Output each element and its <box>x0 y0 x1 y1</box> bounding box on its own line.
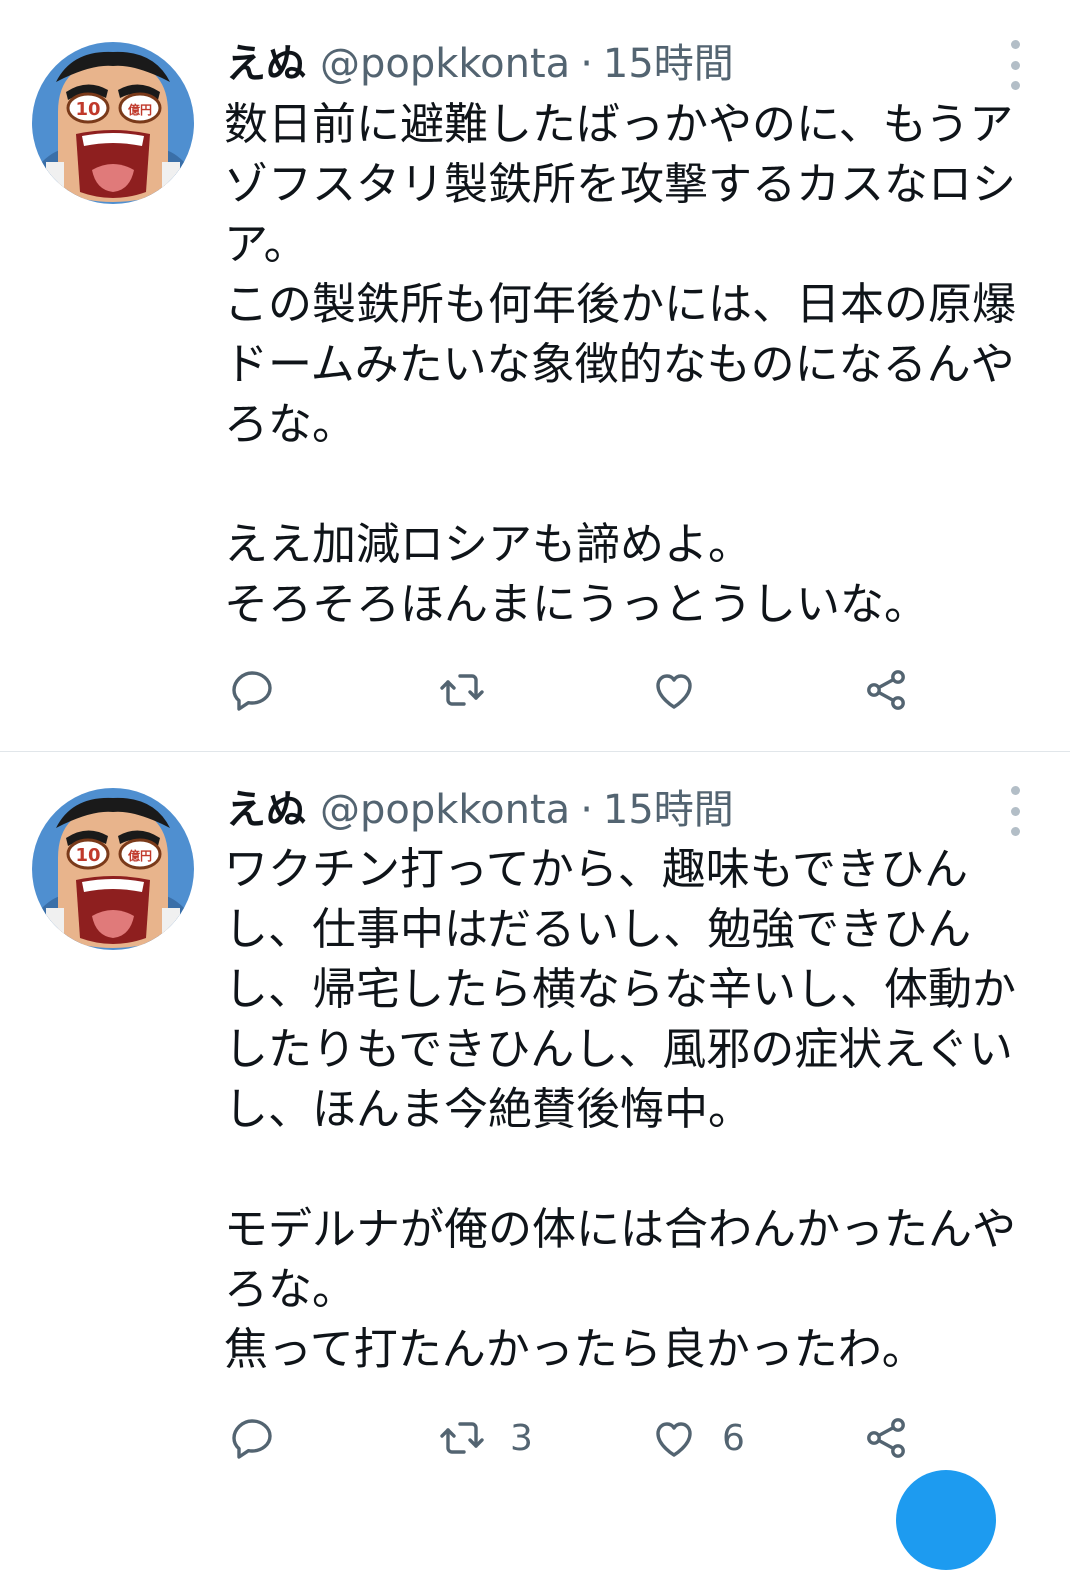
tweet-text-blank-line <box>224 455 1044 515</box>
display-name[interactable]: えぬ <box>226 787 306 833</box>
retweet-icon <box>440 1422 484 1454</box>
reply-button[interactable] <box>228 1408 300 1468</box>
compose-button[interactable] <box>896 1470 996 1570</box>
tweet-text-line: し、仕事中はだるいし、勉強できひん <box>224 904 972 955</box>
tweet-text-line: ドームみたいな象徴的なものになるんや <box>224 339 1015 390</box>
reply-icon <box>232 1419 272 1459</box>
svg-text:10: 10 <box>75 99 100 120</box>
tweet-text-line: 焦って打たんかったら良かったわ。 <box>224 1324 926 1375</box>
handle[interactable]: @popkkonta <box>320 41 570 87</box>
share-button[interactable] <box>862 660 910 720</box>
tweet[interactable]: 10 億円 えぬ @popkkonta · 15時間 ワクチン打ってから、趣味もできひ… <box>0 752 1070 1485</box>
tweet-text-line: ええ加減ロシアも諦めよ。 <box>224 519 752 570</box>
like-icon <box>656 674 692 709</box>
handle[interactable]: @popkkonta <box>320 787 570 833</box>
tweet-text-blank-line <box>224 1140 1044 1200</box>
tweet-text-line: モデルナが俺の体には合わんかったんや <box>224 1204 1016 1255</box>
retweet-button[interactable] <box>438 660 510 720</box>
tweet-text-line: ア。 <box>224 219 308 270</box>
retweet-count: 3 <box>510 1417 533 1459</box>
retweet-icon <box>440 674 484 706</box>
tweet-text: ワクチン打ってから、趣味もできひん し、仕事中はだるいし、勉強できひん し、帰宅… <box>224 840 1044 1380</box>
tweet-text-line: したりもできひんし、風邪の症状えぐい <box>224 1024 1013 1075</box>
tweet-text: 数日前に避難したばっかやのに、もうア ゾフスタリ製鉄所を攻撃するカスなロシ ア。… <box>224 95 1044 635</box>
tweet[interactable]: 10 億円 えぬ @popkkonta · 15時間 数日前に避難したばっかやのに、も… <box>0 0 1070 751</box>
separator-dot: · <box>580 41 593 87</box>
avatar[interactable]: 10 億円 <box>32 42 194 204</box>
avatar-image: 10 億円 <box>32 42 194 204</box>
like-button[interactable]: 6 <box>650 1408 745 1468</box>
tweet-text-line: ろな。 <box>224 399 356 450</box>
timestamp[interactable]: 15時間 <box>603 787 734 833</box>
more-icon[interactable] <box>1002 40 1028 90</box>
separator-dot: · <box>580 787 593 833</box>
like-button[interactable] <box>650 660 722 720</box>
tweet-header: えぬ @popkkonta · 15時間 <box>226 780 734 840</box>
tweet-text-line: ゾフスタリ製鉄所を攻撃するカスなロシ <box>224 159 1016 210</box>
action-bar: 3 6 <box>0 1408 1070 1468</box>
tweet-text-line: ワクチン打ってから、趣味もできひん <box>224 844 969 895</box>
tweet-text-line: 数日前に避難したばっかやのに、もうア <box>224 99 1014 150</box>
retweet-button[interactable]: 3 <box>438 1408 533 1468</box>
more-icon[interactable] <box>1002 786 1028 836</box>
tweet-header: えぬ @popkkonta · 15時間 <box>226 34 734 94</box>
display-name[interactable]: えぬ <box>226 41 306 87</box>
action-bar <box>0 660 1070 720</box>
tweet-text-line: ろな。 <box>224 1264 356 1315</box>
share-icon <box>867 670 905 710</box>
svg-text:10: 10 <box>75 845 100 866</box>
share-icon <box>867 1418 905 1458</box>
tweet-text-line: し、帰宅したら横ならな辛いし、体動か <box>224 964 1016 1015</box>
tweet-text-line: そろそろほんまにうっとうしいな。 <box>224 579 928 630</box>
svg-text:億円: 億円 <box>128 102 152 117</box>
tweet-text-line: し、ほんま今絶賛後悔中。 <box>224 1084 752 1135</box>
like-icon <box>656 1422 692 1457</box>
svg-text:億円: 億円 <box>128 848 152 863</box>
timestamp[interactable]: 15時間 <box>603 41 734 87</box>
reply-button[interactable] <box>228 660 300 720</box>
tweet-text-line: この製鉄所も何年後かには、日本の原爆 <box>224 279 1016 330</box>
avatar[interactable]: 10 億円 <box>32 788 194 950</box>
share-button[interactable] <box>862 1408 910 1468</box>
reply-icon <box>232 671 272 711</box>
avatar-image: 10 億円 <box>32 788 194 950</box>
like-count: 6 <box>722 1417 745 1459</box>
